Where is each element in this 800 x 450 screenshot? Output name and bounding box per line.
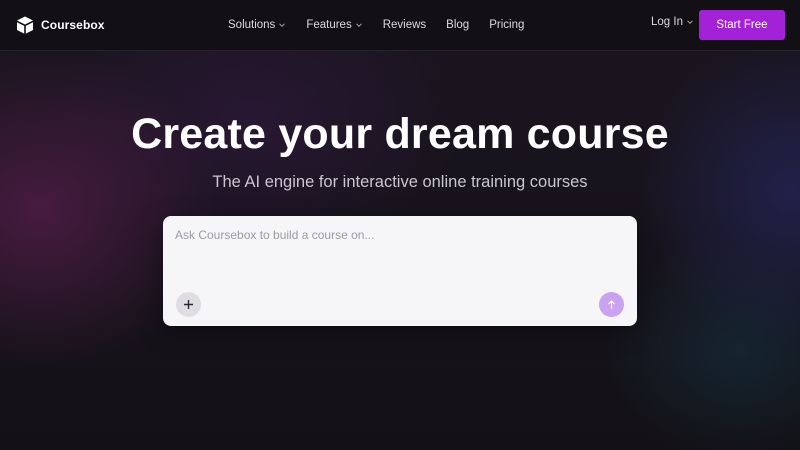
nav-item-features[interactable]: Features — [306, 19, 362, 31]
nav-item-reviews[interactable]: Reviews — [383, 19, 426, 31]
login-link[interactable]: Log In — [651, 16, 694, 28]
cube-icon — [17, 16, 33, 34]
plus-icon — [184, 300, 193, 309]
top-navbar: Coursebox Solutions Features Reviews Blo… — [0, 0, 800, 51]
chevron-down-icon — [279, 23, 286, 28]
prompt-input[interactable] — [175, 228, 625, 288]
brand-logo[interactable]: Coursebox — [15, 14, 105, 36]
page: Coursebox Solutions Features Reviews Blo… — [0, 0, 800, 450]
prompt-box — [163, 216, 637, 326]
nav-menu: Solutions Features Reviews Blog Pricing — [228, 16, 544, 34]
nav-item-label: Reviews — [382, 19, 427, 31]
nav-item-label: Solutions — [228, 19, 276, 31]
hero-title: Create your dream course — [131, 110, 669, 158]
arrow-up-icon — [608, 300, 615, 309]
start-free-button[interactable]: Start Free — [699, 10, 785, 40]
nav-item-blog[interactable]: Blog — [446, 19, 469, 31]
chevron-down-icon — [355, 23, 362, 28]
login-label: Log In — [651, 16, 683, 28]
brand-name: Coursebox — [41, 18, 105, 32]
send-button[interactable] — [599, 292, 624, 317]
hero-subtitle: The AI engine for interactive online tra… — [212, 173, 588, 191]
nav-item-label: Features — [306, 19, 352, 31]
nav-item-label: Pricing — [489, 19, 525, 31]
nav-item-solutions[interactable]: Solutions — [228, 19, 286, 31]
chevron-down-icon — [687, 20, 693, 25]
nav-item-pricing[interactable]: Pricing — [489, 19, 524, 31]
add-attachment-button[interactable] — [176, 292, 201, 317]
nav-item-label: Blog — [446, 19, 470, 31]
